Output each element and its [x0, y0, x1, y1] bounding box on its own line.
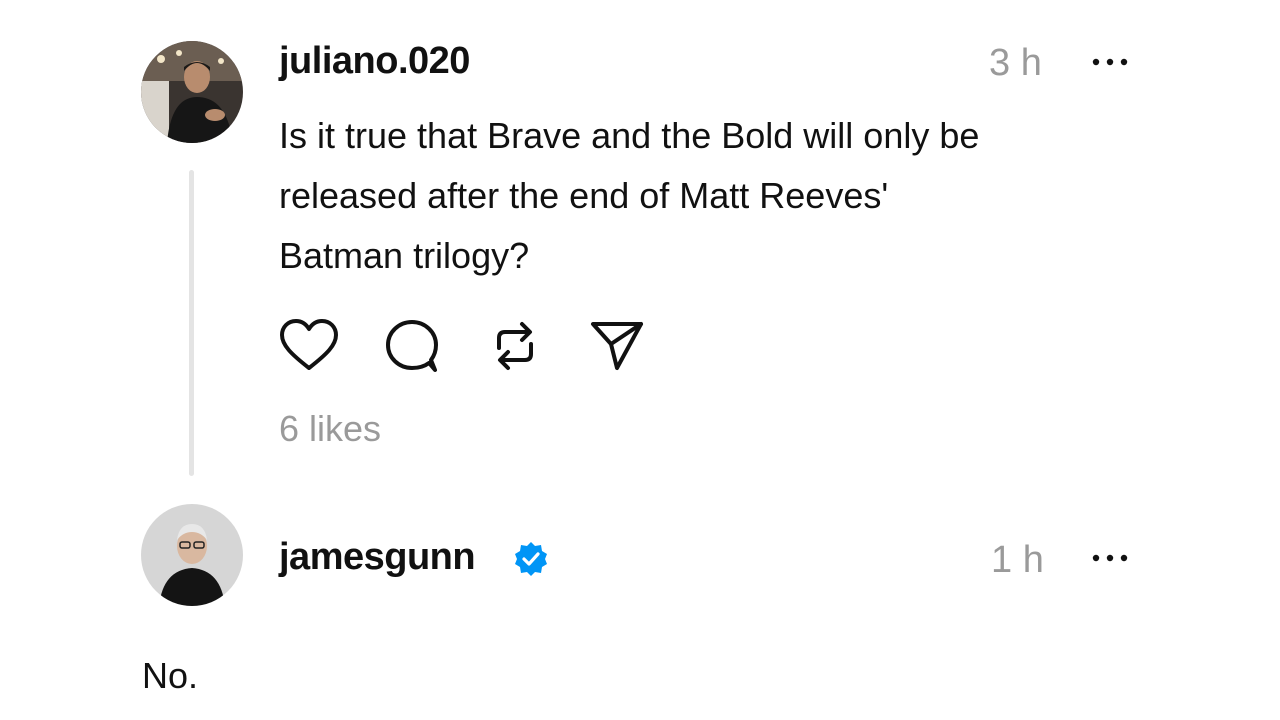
reply-timestamp: 1 h — [991, 539, 1044, 581]
likes-count[interactable]: 6 likes — [279, 408, 381, 450]
thread-connector-line — [189, 170, 194, 476]
repost-icon[interactable] — [485, 318, 545, 374]
reply-body: No. — [142, 655, 199, 696]
avatar-jamesgunn[interactable] — [141, 504, 243, 606]
heart-icon[interactable] — [279, 318, 339, 374]
reply-more-options-icon[interactable] — [1090, 548, 1130, 568]
verified-badge-icon — [513, 541, 549, 577]
avatar-juliano[interactable] — [141, 41, 243, 143]
share-icon[interactable] — [587, 318, 647, 374]
more-options-icon[interactable] — [1090, 52, 1130, 72]
post-text-line: Batman trilogy? — [279, 235, 530, 276]
post-username[interactable]: juliano.020 — [279, 40, 470, 83]
thread-view: juliano.020 3 h Is it true that Brave an… — [0, 0, 1280, 720]
post-text-line: released after the end of Matt Reeves' — [279, 175, 889, 216]
post-timestamp: 3 h — [989, 42, 1042, 84]
comment-icon[interactable] — [383, 318, 443, 374]
post-body: Is it true that Brave and the Bold will … — [279, 106, 1179, 286]
post-text-line: Is it true that Brave and the Bold will … — [279, 115, 980, 156]
reply-username[interactable]: jamesgunn — [279, 536, 476, 579]
